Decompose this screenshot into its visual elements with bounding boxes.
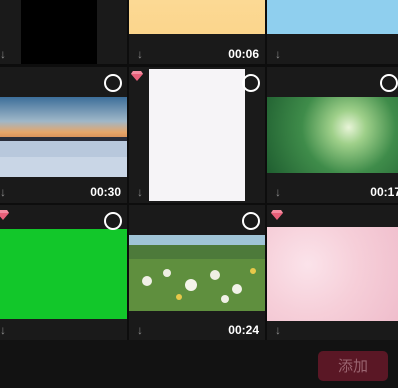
thumbnail-sky bbox=[267, 0, 398, 64]
duration-label: 00:17 bbox=[370, 185, 398, 199]
select-checkbox[interactable] bbox=[242, 212, 260, 230]
snow-sunset-image bbox=[0, 97, 127, 177]
select-checkbox[interactable] bbox=[104, 74, 122, 92]
duration-label: 00:30 bbox=[90, 185, 121, 199]
media-item[interactable]: ↓ 00:30 bbox=[0, 67, 127, 203]
media-item[interactable]: ↓ 00:06 bbox=[129, 0, 265, 64]
download-icon[interactable]: ↓ bbox=[0, 324, 6, 336]
media-item[interactable]: ↓ bbox=[129, 67, 265, 203]
media-item[interactable]: ↓ bbox=[267, 205, 398, 341]
media-item[interactable]: ↓ bbox=[0, 0, 127, 64]
dandelion-image bbox=[129, 235, 265, 311]
media-item[interactable]: ↓ 00:24 bbox=[129, 205, 265, 341]
premium-gem-icon bbox=[271, 210, 283, 220]
select-checkbox[interactable] bbox=[242, 74, 260, 92]
select-checkbox[interactable] bbox=[104, 212, 122, 230]
download-icon[interactable]: ↓ bbox=[275, 324, 281, 336]
media-item[interactable]: ↓ bbox=[0, 205, 127, 341]
download-icon[interactable]: ↓ bbox=[137, 48, 143, 60]
media-item[interactable]: ↓ 00:17 bbox=[267, 67, 398, 203]
add-button[interactable]: 添加 bbox=[318, 351, 388, 381]
select-checkbox[interactable] bbox=[380, 74, 398, 92]
download-icon[interactable]: ↓ bbox=[137, 324, 143, 336]
download-icon[interactable]: ↓ bbox=[137, 186, 143, 198]
media-item[interactable]: ↓ bbox=[267, 0, 398, 64]
download-icon[interactable]: ↓ bbox=[275, 48, 281, 60]
premium-gem-icon bbox=[0, 210, 9, 220]
download-icon[interactable]: ↓ bbox=[0, 48, 6, 60]
download-icon[interactable]: ↓ bbox=[0, 186, 6, 198]
duration-label: 00:06 bbox=[228, 47, 259, 61]
thumbnail-green-canopy bbox=[267, 67, 398, 203]
duration-label: 00:24 bbox=[228, 323, 259, 337]
thumbnail-pink-watercolor bbox=[267, 205, 398, 341]
download-icon[interactable]: ↓ bbox=[275, 186, 281, 198]
thumbnail-black bbox=[0, 0, 127, 64]
premium-gem-icon bbox=[131, 71, 143, 81]
